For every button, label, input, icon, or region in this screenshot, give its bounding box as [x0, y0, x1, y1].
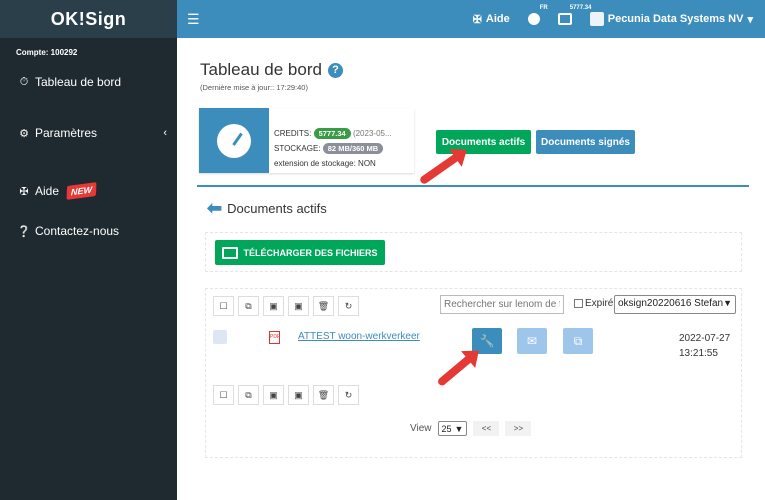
- storage-extension: extension de stockage: NON: [274, 159, 376, 168]
- briefcase-icon[interactable]: ▣: [288, 296, 309, 316]
- section-header: ⬅ Documents actifs: [207, 198, 327, 219]
- annotation-arrow: [418, 151, 463, 186]
- credits-value-badge: 5777.34: [313, 128, 351, 139]
- select-all-checkbox-icon[interactable]: ☐: [213, 385, 234, 405]
- page-title-text: Tableau de bord: [200, 60, 322, 79]
- chevron-down-icon: ▼: [723, 298, 732, 308]
- section-title: Documents actifs: [227, 201, 327, 216]
- app-logo[interactable]: OK!Sign: [0, 0, 177, 38]
- chevron-left-icon: ‹: [163, 127, 167, 139]
- credits-indicator[interactable]: 5777.34: [557, 5, 591, 25]
- envelope-select[interactable]: oksign20220616 Stefan ▼: [614, 295, 736, 314]
- expired-label: Expiré: [585, 298, 614, 309]
- storage-label: STOCKAGE:: [274, 144, 321, 153]
- sidebar-item-label: Aide: [35, 184, 60, 198]
- copy-icon[interactable]: ⧉: [238, 385, 259, 405]
- gauge-icon-area: [199, 108, 269, 173]
- document-link[interactable]: ATTEST woon-werkverkeer: [298, 331, 420, 342]
- hamburger-icon[interactable]: ☰: [187, 11, 200, 28]
- signpost-icon: ✠: [19, 185, 29, 198]
- expired-checkbox[interactable]: [574, 299, 583, 308]
- refresh-icon[interactable]: ↻: [338, 296, 359, 316]
- page-title: Tableau de bord ?: [200, 60, 343, 80]
- sidebar-item-settings[interactable]: ⚙ Paramètres ‹: [17, 126, 167, 140]
- copy-icon[interactable]: ⧉: [238, 296, 259, 316]
- trash-icon[interactable]: 🗑: [313, 385, 334, 405]
- list-toolbar-top: ☐ ⧉ ▣ ▣ 🗑 ↻: [213, 296, 359, 316]
- envelope-icon[interactable]: ✉: [517, 328, 547, 354]
- info-lines: CREDITS: 5777.34 (2023-05... STOCKAGE: 8…: [269, 108, 392, 173]
- next-page-button[interactable]: >>: [505, 421, 532, 436]
- document-search-input[interactable]: [440, 295, 564, 314]
- help-question-icon[interactable]: ?: [327, 62, 343, 78]
- row-checkbox[interactable]: [213, 330, 227, 344]
- sidebar-item-label: Paramètres: [35, 126, 98, 140]
- gears-icon: ⚙: [19, 127, 29, 140]
- duplicate-icon[interactable]: ⧉: [563, 328, 593, 354]
- question-icon: ❔: [17, 225, 31, 238]
- language-code: FR: [539, 5, 548, 11]
- caret-down-icon: ▾: [747, 13, 753, 26]
- envelope-select-value: oksign20220616 Stefan: [618, 298, 724, 309]
- help-link[interactable]: ✠ Aide: [473, 13, 510, 26]
- download-icon: [222, 246, 239, 259]
- sidebar-item-help[interactable]: ✠ Aide NEW: [17, 182, 97, 200]
- help-label: Aide: [485, 13, 510, 25]
- globe-icon: [527, 13, 540, 25]
- refresh-icon[interactable]: ↻: [338, 385, 359, 405]
- dashboard-icon: ⏱: [19, 75, 29, 88]
- panel-top-border: [197, 185, 749, 187]
- account-info-box: CREDITS: 5777.34 (2023-05... STOCKAGE: 8…: [199, 108, 414, 173]
- download-files-label: TÉLÉCHARGER DES FICHIERS: [243, 247, 378, 258]
- list-toolbar-bottom: ☐ ⧉ ▣ ▣ 🗑 ↻: [213, 385, 359, 405]
- credits-label: CREDITS:: [274, 129, 312, 138]
- pdf-file-icon: PDF: [269, 331, 280, 344]
- sidebar-item-label: Contactez-nous: [35, 224, 120, 238]
- sidebar-item-contact[interactable]: ❔ Contactez-nous: [17, 224, 119, 238]
- signpost-icon: ✠: [472, 13, 482, 26]
- credits-icon: [557, 13, 572, 25]
- organization-menu[interactable]: Pecunia Data Systems NV ▾: [589, 12, 753, 26]
- time-value: 13:21:55: [679, 348, 718, 359]
- signed-documents-button[interactable]: Documents signés: [536, 130, 635, 154]
- account-number: Compte: 100292: [16, 48, 78, 57]
- building-icon: [589, 12, 604, 26]
- paste-icon[interactable]: ▣: [263, 385, 284, 405]
- view-label: View: [410, 423, 432, 434]
- document-date: 2022-07-27 13:21:55: [679, 331, 730, 361]
- organization-name: Pecunia Data Systems NV: [607, 13, 744, 25]
- expired-filter[interactable]: Expiré: [574, 298, 613, 309]
- last-updated: (Dernière mise à jour:: 17:29:40): [200, 83, 308, 92]
- main-content: Tableau de bord ? (Dernière mise à jour:…: [177, 38, 765, 500]
- select-all-checkbox-icon[interactable]: ☐: [213, 296, 234, 316]
- language-switcher[interactable]: FR: [527, 5, 548, 25]
- pagination: View 25 ▼ << >>: [410, 421, 532, 436]
- sidebar-item-dashboard[interactable]: ⏱ Tableau de bord: [17, 75, 121, 89]
- sidebar: Compte: 100292 ⏱ Tableau de bord ⚙ Param…: [0, 38, 177, 500]
- page-size-select[interactable]: 25 ▼: [437, 421, 468, 436]
- page-size-value: 25: [441, 423, 452, 434]
- back-arrow-icon[interactable]: ⬅: [207, 198, 222, 219]
- credits-count: 5777.34: [569, 5, 592, 11]
- date-value: 2022-07-27: [679, 333, 731, 344]
- prev-page-button[interactable]: <<: [473, 421, 500, 436]
- chevron-down-icon: ▼: [454, 423, 464, 434]
- trash-icon[interactable]: 🗑: [313, 296, 334, 316]
- top-navbar: ☰ ✠ Aide FR 5777.34 Pecunia Data Systems…: [177, 0, 765, 38]
- credits-date: (2023-05...: [352, 129, 392, 138]
- briefcase-icon[interactable]: ▣: [288, 385, 309, 405]
- new-badge: NEW: [66, 182, 97, 200]
- download-files-button[interactable]: TÉLÉCHARGER DES FICHIERS: [215, 240, 385, 265]
- gauge-icon: [217, 123, 251, 158]
- paste-icon[interactable]: ▣: [263, 296, 284, 316]
- storage-value-badge: 82 MB/360 MB: [322, 143, 384, 154]
- sidebar-item-label: Tableau de bord: [35, 75, 122, 89]
